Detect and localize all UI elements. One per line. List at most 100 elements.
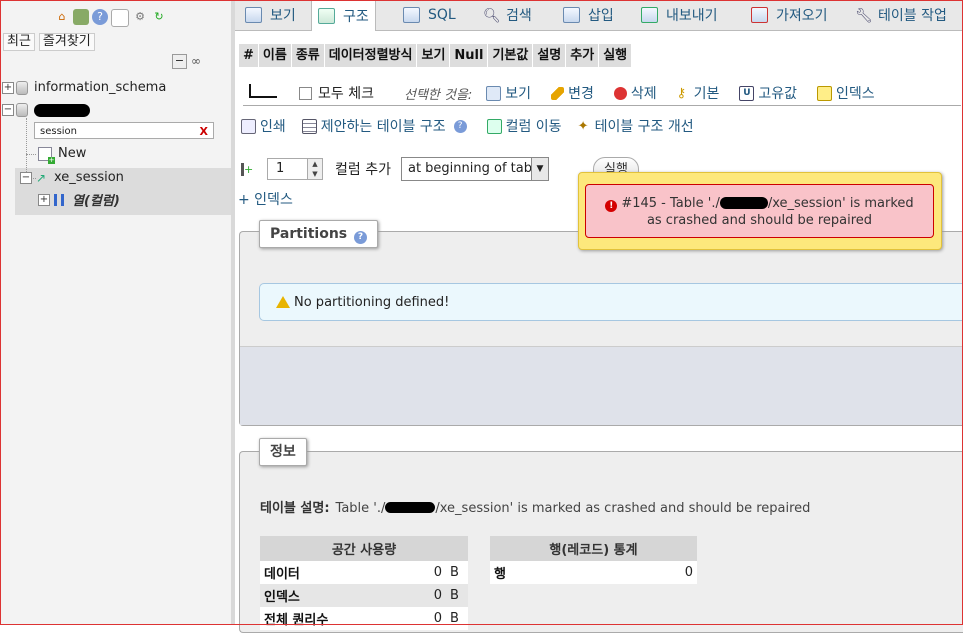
pencil-icon: [551, 86, 565, 100]
tab-sql[interactable]: SQL: [397, 0, 462, 29]
table-name[interactable]: xe_session: [54, 170, 124, 185]
collapse-icon[interactable]: −: [2, 104, 14, 116]
column-header-default[interactable]: 기본값: [488, 44, 534, 67]
browse-selected-button[interactable]: 보기: [486, 83, 531, 103]
space-usage-header: 공간 사용량: [260, 536, 468, 561]
panel-splitter[interactable]: [231, 0, 235, 625]
reload-icon[interactable]: ↻: [151, 9, 167, 25]
column-count-input[interactable]: 1 ▲ ▼: [267, 158, 323, 180]
space-label: 인덱스: [260, 584, 412, 607]
drop-selected-button[interactable]: 삭제: [613, 83, 657, 103]
error-line2: as crashed and should be repaired: [646, 213, 873, 228]
tree-item-current-db[interactable]: −: [2, 103, 90, 117]
tab-search[interactable]: 🔍︎ 검색: [477, 0, 538, 29]
table-filter-input[interactable]: session X: [34, 122, 214, 139]
clear-filter-icon[interactable]: X: [200, 123, 208, 140]
table-filter-value: session: [40, 126, 78, 137]
expand-icon[interactable]: +: [38, 193, 50, 206]
new-table-icon: +: [38, 146, 55, 164]
nav-tab-recent[interactable]: 최근: [3, 33, 35, 51]
change-selected-button[interactable]: 변경: [551, 83, 594, 103]
exit-icon[interactable]: [73, 9, 89, 25]
nav-tab-favorites[interactable]: 즐겨찾기: [38, 33, 95, 51]
row-stat-label: 행: [490, 561, 605, 584]
help-icon[interactable]: ?: [92, 9, 108, 25]
index-selected-button[interactable]: 인덱스: [817, 83, 875, 103]
settings-icon[interactable]: ⚙: [132, 9, 148, 25]
columns-icon: [54, 193, 64, 206]
table-comment-label: 테이블 설명:: [260, 501, 330, 516]
column-position-value: at beginning of table: [407, 161, 544, 176]
tree-item-xe-session[interactable]: − ↗ xe_session: [20, 170, 124, 185]
info-title: 정보: [270, 444, 296, 460]
error-icon: !: [605, 200, 618, 212]
error-line1-suffix: /xe_session' is marked: [767, 196, 914, 211]
printer-icon: [241, 118, 256, 134]
column-header-extra[interactable]: 추가: [566, 44, 600, 67]
primary-selected-button[interactable]: ⚷ 기본: [677, 83, 720, 103]
space-unit: B: [446, 607, 468, 630]
spinner-arrows-icon[interactable]: ▲ ▼: [307, 159, 322, 179]
redacted-db-name: [719, 197, 768, 209]
action-label: 변경: [568, 86, 594, 102]
action-label: 삭제: [630, 86, 657, 102]
db-name[interactable]: information_schema: [34, 80, 166, 95]
with-selected-label: 선택한 것을:: [403, 87, 473, 103]
tab-label: 보기: [270, 7, 296, 24]
unique-icon: U: [739, 85, 755, 101]
redacted-db-name: [385, 502, 436, 513]
column-header-name[interactable]: 이름: [258, 44, 292, 67]
home-icon[interactable]: ⌂: [54, 9, 70, 25]
space-value: 0: [411, 584, 446, 607]
column-header-comments[interactable]: 설명: [533, 44, 567, 67]
collapse-icon[interactable]: −: [20, 171, 32, 184]
tab-insert[interactable]: 삽입: [557, 0, 620, 29]
tab-browse[interactable]: 보기: [239, 0, 302, 29]
help-icon[interactable]: ?: [453, 119, 467, 133]
check-all-label[interactable]: 모두 체크: [318, 83, 374, 103]
collapse-all-icon[interactable]: −: [172, 54, 187, 69]
columns-label[interactable]: 열(컬럼): [72, 190, 120, 209]
chevron-down-icon[interactable]: ▼: [530, 158, 548, 180]
check-all-checkbox[interactable]: [299, 86, 312, 100]
help-icon[interactable]: ?: [354, 231, 368, 244]
improve-structure-button[interactable]: ✦ 테이블 구조 개선: [578, 116, 694, 136]
link-icon[interactable]: ∞: [191, 54, 201, 69]
structure-table-header: # 이름 종류 데이터정렬방식 보기 Null 기본값 설명 추가 실행: [239, 44, 633, 67]
tree-item-columns[interactable]: + 열(컬럼): [38, 190, 120, 209]
tab-import[interactable]: 가져오기: [745, 0, 834, 29]
column-header-null[interactable]: Null: [450, 44, 489, 67]
move-columns-icon: [486, 118, 502, 134]
tab-label: 구조: [343, 9, 369, 25]
print-button[interactable]: 인쇄: [241, 116, 286, 136]
tab-structure[interactable]: 구조: [311, 0, 376, 31]
tab-export[interactable]: 내보내기: [635, 0, 724, 29]
database-icon: [16, 80, 28, 95]
space-usage-table: 공간 사용량 데이터 0 B 인덱스 0 B 전체 퀀리수 0 B: [260, 536, 468, 630]
column-header-attributes[interactable]: 보기: [417, 44, 451, 67]
column-position-select[interactable]: at beginning of table ▼: [400, 157, 549, 181]
space-unit: B: [446, 561, 468, 584]
structure-icon: [318, 8, 335, 24]
table-row: 행 0: [490, 561, 697, 584]
operations-icon: 🔧︎: [855, 7, 873, 24]
new-label[interactable]: New: [58, 146, 86, 161]
error-popup[interactable]: ! #145 - Table './/xe_session' is marked …: [578, 172, 942, 250]
column-header-action: 실행: [599, 44, 633, 67]
indexes-toggle-link[interactable]: + 인덱스: [238, 189, 293, 209]
unique-selected-button[interactable]: U 고유값: [739, 83, 797, 103]
table-row: 데이터 0 B: [260, 561, 468, 584]
tree-item-information-schema[interactable]: + information_schema: [2, 80, 166, 95]
partitions-title: Partitions: [270, 226, 348, 242]
propose-structure-button[interactable]: 제안하는 테이블 구조?: [301, 116, 471, 136]
tree-item-new[interactable]: + New: [38, 146, 86, 164]
column-header-collation[interactable]: 데이터정렬방식: [324, 44, 418, 67]
tab-label: 삽입: [588, 7, 614, 24]
column-header-type[interactable]: 종류: [291, 44, 325, 67]
nav-icon-bar: ⌂ ? ⚙ ↻: [54, 9, 167, 27]
tab-operations[interactable]: 🔧︎ 테이블 작업: [849, 0, 953, 29]
move-columns-button[interactable]: 컬럼 이동: [486, 116, 562, 136]
index-icon: [817, 85, 832, 101]
expand-icon[interactable]: +: [2, 81, 14, 94]
docs-icon[interactable]: [111, 9, 129, 27]
